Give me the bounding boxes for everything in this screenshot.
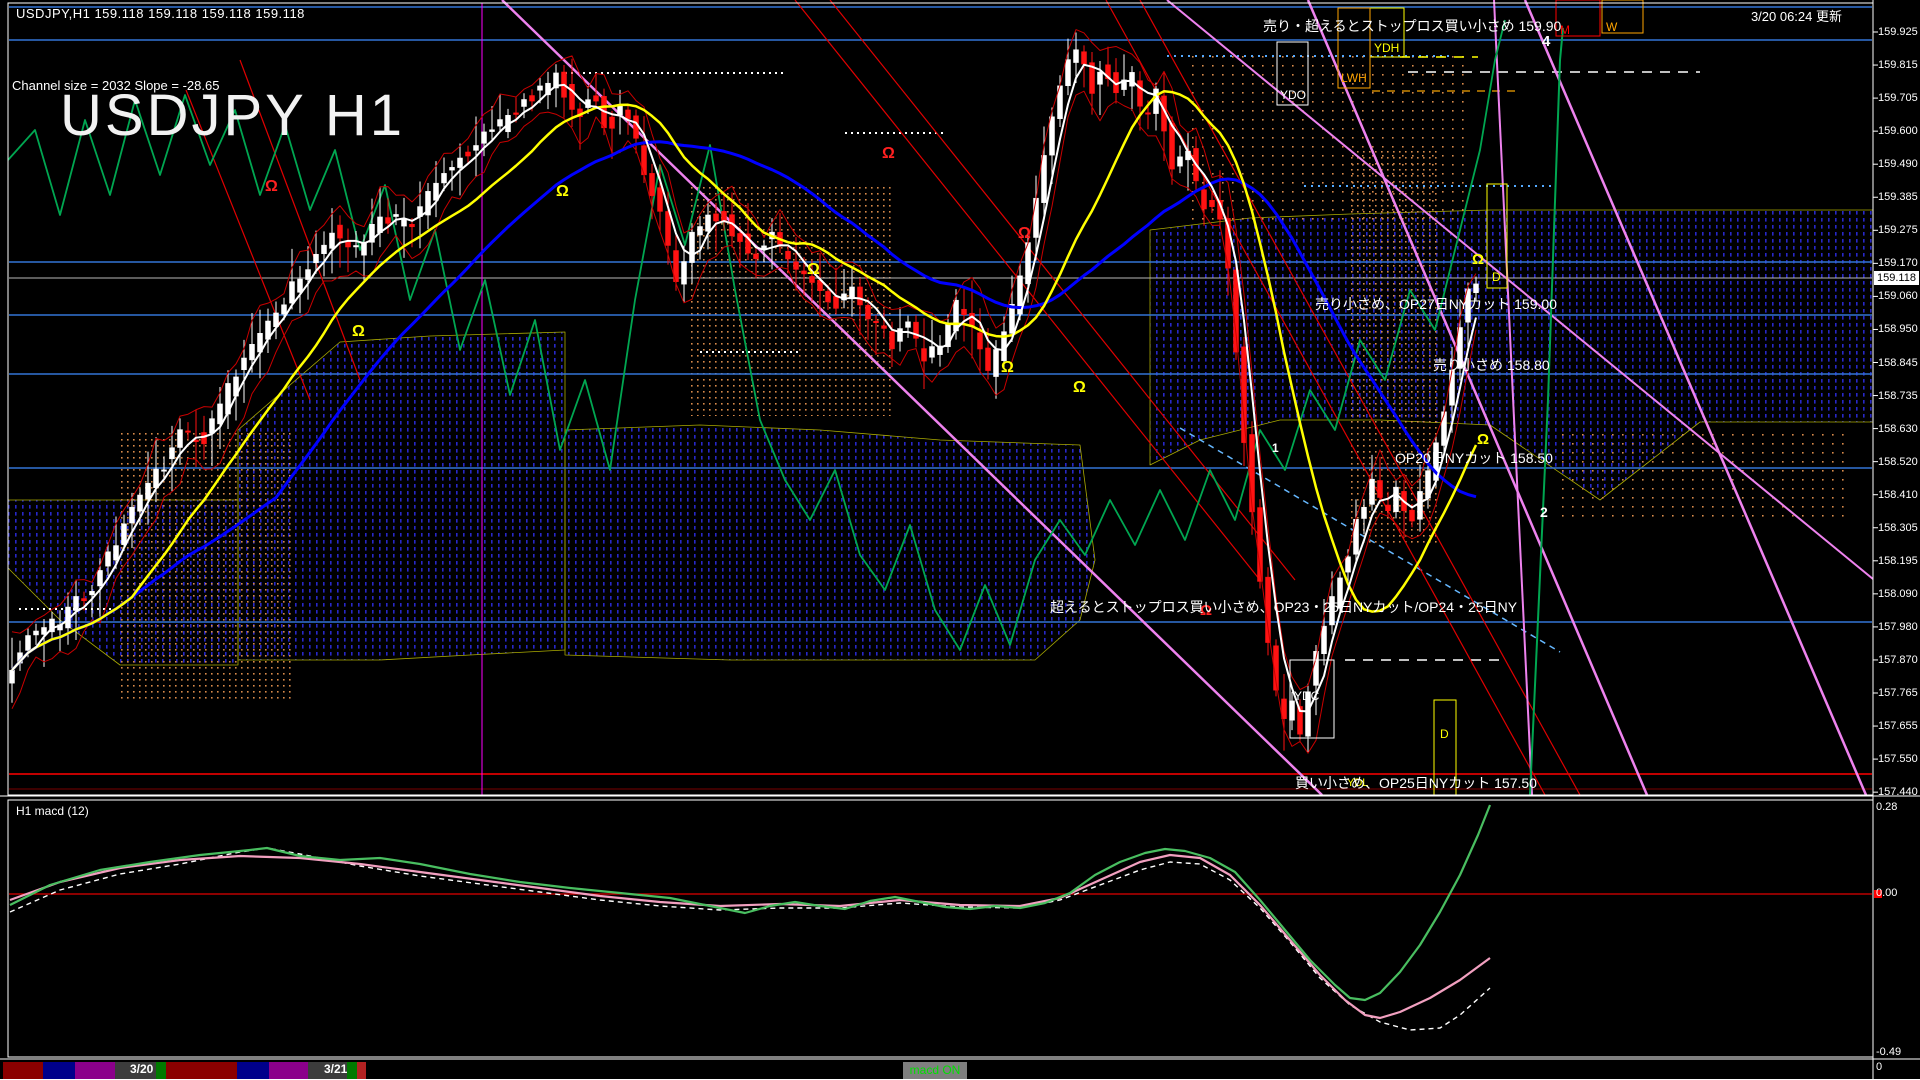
axis-price-label: 159.060	[1878, 290, 1918, 302]
svg-text:YDC: YDC	[1294, 689, 1320, 703]
axis-price-label: 158.090	[1878, 588, 1918, 600]
svg-text:2: 2	[1540, 504, 1548, 520]
svg-text:Ω: Ω	[1472, 251, 1484, 268]
axis-price-label: 157.765	[1878, 687, 1918, 699]
axis-price-label: 159.705	[1878, 92, 1918, 104]
axis-price-label: 158.950	[1878, 323, 1918, 335]
svg-text:Ω: Ω	[265, 178, 278, 195]
axis-price-label: 158.305	[1878, 522, 1918, 534]
svg-text:D: D	[1440, 727, 1449, 741]
price-level-annotation: OP20日NYカット 158.50	[1395, 448, 1553, 468]
svg-text:Ω: Ω	[1073, 379, 1086, 396]
svg-text:YDH: YDH	[1374, 41, 1399, 55]
axis-price-label: 159.275	[1878, 224, 1918, 236]
axis-price-label: 158.845	[1878, 357, 1918, 369]
timeline-day-segment	[3, 1062, 43, 1079]
timeline-day-segment	[347, 1062, 357, 1079]
timeline-day-segment	[75, 1062, 115, 1079]
macd-indicator-label: H1 macd (12)	[16, 804, 89, 818]
timeline-date-label: 3/20	[130, 1062, 153, 1076]
axis-price-label: 158.520	[1878, 456, 1918, 468]
price-level-annotation: 売り小さめ、OP27日NYカット 159.00	[1315, 294, 1557, 314]
timeline-day-segment	[156, 1062, 166, 1079]
timeline-day-segment	[237, 1062, 269, 1079]
macd-axis-zero: 0.00	[1876, 887, 1897, 899]
svg-text:Ω: Ω	[807, 261, 820, 278]
axis-price-label: 159.815	[1878, 59, 1918, 71]
timeline-day-segment	[269, 1062, 308, 1079]
svg-text:Ω: Ω	[1001, 359, 1014, 376]
svg-text:Ω: Ω	[352, 323, 365, 340]
price-level-annotation: 買い小さめ、OP25日NYカット 157.50	[1295, 773, 1537, 793]
svg-text:Ω: Ω	[882, 145, 895, 162]
macd-panel	[0, 800, 1920, 1080]
current-price-box: 159.118	[1874, 271, 1919, 285]
macd-axis-bottom: -0.49	[1876, 1046, 1901, 1058]
chart-canvas[interactable]: YDHLWHYDOYDCDDMW421YDLΩΩΩΩΩΩΩΩΩΩΩ	[0, 0, 1920, 1080]
axis-price-label: 158.735	[1878, 390, 1918, 402]
axis-price-label: 157.550	[1878, 753, 1918, 765]
timeline-day-segment	[357, 1062, 366, 1079]
axis-price-label: 157.980	[1878, 621, 1918, 633]
symbol-watermark: USDJPY H1	[60, 82, 405, 149]
trading-terminal-chart[interactable]: YDHLWHYDOYDCDDMW421YDLΩΩΩΩΩΩΩΩΩΩΩ USDJPY…	[0, 0, 1920, 1080]
axis-price-label: 159.170	[1878, 257, 1918, 269]
axis-price-label: 159.600	[1878, 125, 1918, 137]
svg-text:W: W	[1606, 20, 1618, 34]
axis-price-label: 158.410	[1878, 489, 1918, 501]
svg-text:Ω: Ω	[1018, 225, 1031, 242]
svg-text:M: M	[1560, 23, 1570, 37]
axis-price-label: 159.490	[1878, 158, 1918, 170]
axis-price-label: 158.630	[1878, 423, 1918, 435]
macd-axis-top: 0.28	[1876, 801, 1897, 813]
macd-axis-zero-bottom: 0	[1876, 1061, 1882, 1073]
update-timestamp: 3/20 06:24 更新	[1751, 6, 1842, 25]
axis-price-label: 157.870	[1878, 654, 1918, 666]
price-level-annotation: 売り小さめ 158.80	[1433, 355, 1550, 375]
timeline-date-label: 3/21	[324, 1062, 347, 1076]
svg-text:YDO: YDO	[1280, 88, 1306, 102]
macd-on-toggle[interactable]: macd ON	[903, 1062, 967, 1079]
price-level-annotation: 売り・超えるとストップロス買い小さめ 159.90	[1263, 16, 1561, 36]
chart-title: USDJPY,H1 159.118 159.118 159.118 159.11…	[16, 6, 305, 21]
axis-price-label: 159.385	[1878, 191, 1918, 203]
svg-text:LWH: LWH	[1341, 71, 1367, 85]
svg-text:Ω: Ω	[556, 183, 569, 200]
price-level-annotation: 超えるとストップロス買い小さめ、OP23・25日NYカット/OP24・25日NY	[1050, 597, 1517, 617]
timeline-day-segment	[166, 1062, 237, 1079]
axis-price-label: 158.195	[1878, 555, 1918, 567]
svg-text:Ω: Ω	[1477, 431, 1489, 448]
axis-price-label: 159.925	[1878, 26, 1918, 38]
axis-price-label: 157.655	[1878, 720, 1918, 732]
axis-price-label: 157.440	[1878, 786, 1918, 798]
svg-text:D: D	[1492, 270, 1501, 284]
timeline-day-segment	[43, 1062, 75, 1079]
svg-text:1: 1	[1272, 441, 1279, 455]
